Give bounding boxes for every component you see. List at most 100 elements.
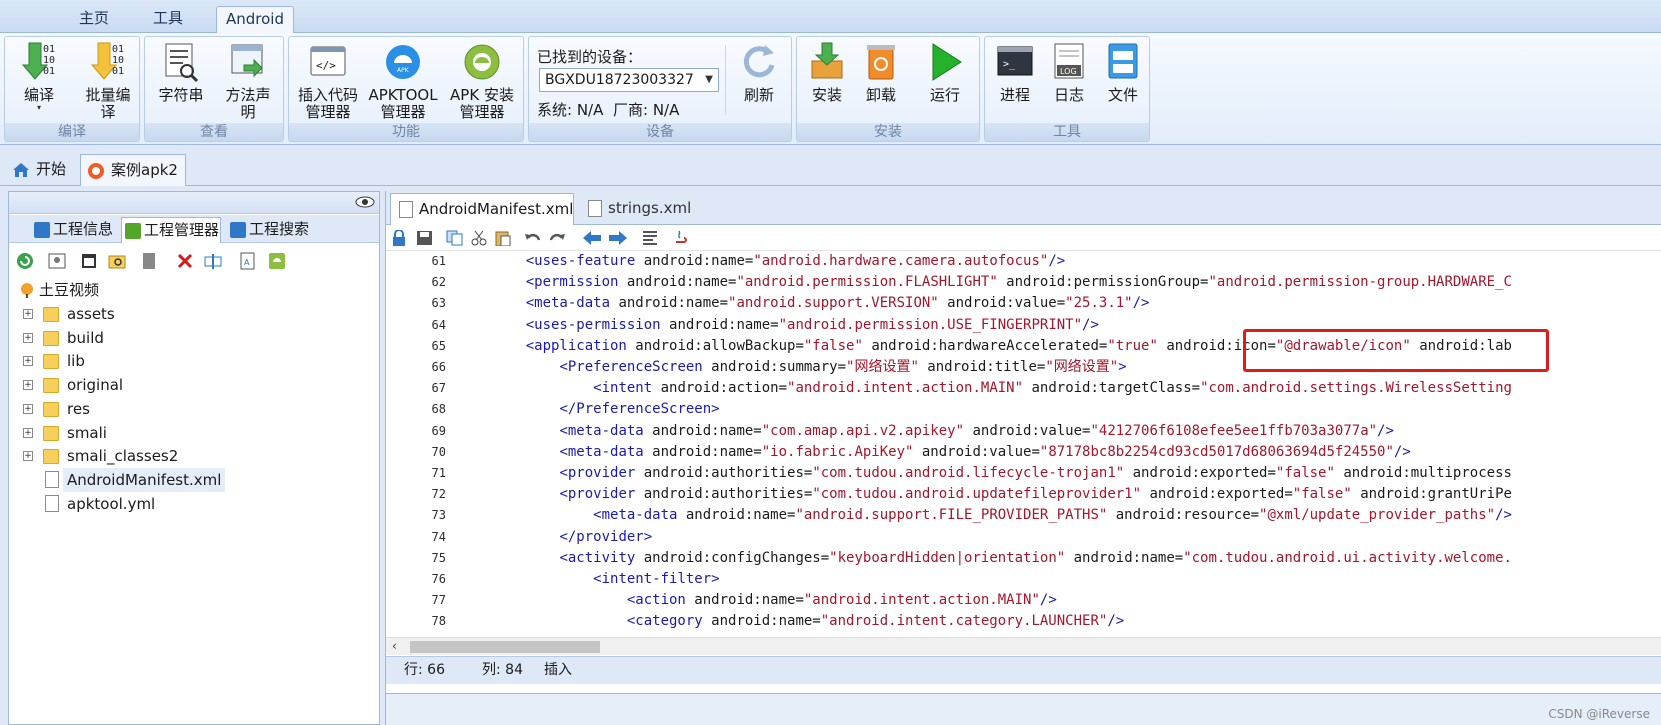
save-icon[interactable] (416, 230, 434, 246)
bookmark-icon[interactable] (139, 251, 159, 271)
redo-icon[interactable] (548, 230, 566, 246)
chevron-down-icon: ▼ (705, 74, 713, 85)
code-token: android:name= (652, 443, 762, 460)
refresh-button[interactable]: 刷新 (731, 41, 787, 104)
project-panel: 工程信息 工程管理器 工程搜索 A 土豆视频 + assets + build + lib… (8, 191, 380, 725)
code-token: > (1118, 359, 1127, 375)
device-select[interactable]: BGXDU18723003327 ▼ (539, 68, 719, 92)
status-mode: 插入 (544, 662, 572, 678)
text-file-icon[interactable]: A (237, 251, 257, 271)
compile-button[interactable]: 01 10 01 编译 ▾ (11, 41, 67, 112)
tab-strings-xml[interactable]: strings.xml (580, 193, 698, 225)
undo-icon[interactable] (524, 230, 542, 246)
ribbon-group-device: 已找到的设备： BGXDU18723003327 ▼ 系统: N/A 厂商: N/… (528, 36, 792, 142)
tab-android[interactable]: Android (216, 6, 294, 33)
image-icon[interactable] (47, 251, 67, 271)
expand-icon[interactable]: + (23, 380, 33, 391)
expand-icon[interactable]: + (23, 403, 33, 414)
format-icon[interactable] (642, 230, 660, 246)
log-button[interactable]: LOG 日志 (1043, 41, 1095, 104)
cut-icon[interactable] (470, 230, 488, 246)
code-token: "keyboardHidden|orientation" (829, 549, 1066, 566)
folder-search-icon[interactable] (107, 251, 127, 271)
tab-project-manager[interactable]: 工程管理器 (121, 217, 221, 243)
insert-code-manager-button[interactable]: </> 插入代码 管理器 (293, 41, 363, 121)
code-token: android:authorities= (643, 465, 813, 481)
folder-icon (43, 378, 59, 394)
batch-compile-button[interactable]: 01 10 01 批量编 译 (79, 41, 137, 121)
method-decl-button[interactable]: 方法声 明 (217, 41, 279, 121)
expand-icon[interactable]: + (23, 451, 33, 462)
expand-icon[interactable]: + (23, 332, 33, 343)
java-icon[interactable] (672, 230, 690, 246)
code-text: <provider android:authorities="com.tudou… (492, 484, 1512, 505)
expand-icon[interactable]: + (23, 309, 33, 319)
status-row: 行: 66 (404, 662, 445, 678)
copy-icon[interactable] (446, 230, 464, 246)
apktool-manager-button[interactable]: APK APKTOOL 管理器 (367, 41, 439, 121)
tab-label: 工程搜索 (249, 220, 310, 238)
tab-project-label: 案例apk2 (111, 161, 178, 179)
apk-install-manager-button[interactable]: APK 安装 管理器 (445, 41, 519, 121)
code-token: /> (1039, 592, 1057, 609)
code-token: <provider (559, 486, 644, 503)
forward-arrow-icon[interactable] (608, 230, 628, 246)
android-gear-icon (464, 44, 500, 80)
eye-icon[interactable] (355, 195, 375, 209)
uninstall-button[interactable]: 卸载 (855, 41, 907, 104)
rename-icon[interactable] (203, 251, 223, 271)
tab-android-manifest[interactable]: AndroidManifest.xml (390, 193, 574, 225)
code-token: <uses-permission (525, 316, 670, 333)
code-token: <action (626, 592, 695, 609)
code-token: android:targetClass= (1023, 380, 1201, 397)
code-token: "io.fabric.ApiKey" (761, 443, 914, 460)
horizontal-scrollbar[interactable]: ‹ (386, 637, 1661, 655)
tab-home[interactable]: 主页 (62, 6, 126, 33)
code-area[interactable]: 61 <uses-feature android:name="android.h… (386, 251, 1661, 637)
process-button[interactable]: >_ 进程 (989, 41, 1041, 104)
tab-tools[interactable]: 工具 (140, 6, 196, 33)
tab-project-search[interactable]: 工程搜索 (227, 217, 317, 243)
tab-start[interactable]: 开始 (6, 154, 78, 186)
window-icon[interactable] (79, 251, 99, 271)
code-token: <provider (559, 465, 644, 481)
refresh-icon[interactable] (15, 251, 35, 271)
delete-icon[interactable] (175, 251, 195, 271)
group-caption: 工具 (985, 123, 1149, 141)
code-token: <intent-filter> (593, 571, 720, 587)
dropdown-arrow-icon[interactable]: ▾ (11, 104, 67, 112)
run-button[interactable]: 运行 (917, 41, 973, 104)
folder-icon (43, 401, 59, 417)
lock-icon[interactable] (392, 230, 406, 246)
paste-icon[interactable] (494, 230, 512, 246)
expand-icon[interactable]: + (23, 427, 33, 438)
file-icon (588, 200, 602, 217)
code-token: android:allowBackup= (635, 337, 804, 354)
install-button[interactable]: 安装 (801, 41, 853, 104)
back-arrow-icon[interactable] (582, 230, 602, 246)
strings-icon (165, 43, 199, 83)
scroll-thumb[interactable] (410, 641, 600, 653)
code-text: <meta-data android:name="android.support… (492, 293, 1150, 314)
editor-tabs: AndroidManifest.xml strings.xml (386, 191, 1661, 225)
ribbon: 01 10 01 编译 ▾ 01 10 01 批量编 译 编译 字符串 方法声 明 查看 (0, 33, 1661, 145)
svg-text:01: 01 (112, 44, 124, 55)
tab-project-info[interactable]: 工程信息 (31, 217, 117, 243)
line-number: 64 (431, 317, 446, 332)
tab-project-apk2[interactable]: 案例apk2 (80, 154, 186, 186)
code-token: "网络设置" (846, 359, 919, 375)
code-token: "false" (803, 337, 863, 354)
code-token: <category (626, 613, 712, 630)
code-text: <meta-data android:name="com.amap.api.v2… (492, 421, 1393, 442)
expand-icon[interactable]: + (23, 356, 33, 367)
file-button[interactable]: 文件 (1097, 41, 1149, 104)
device-select-value: BGXDU18723003327 (545, 72, 694, 88)
code-token: /> (1048, 253, 1066, 269)
code-text: <intent android:action="android.intent.a… (492, 378, 1512, 399)
android-icon[interactable] (267, 251, 287, 271)
scroll-left-icon[interactable]: ‹ (392, 639, 397, 653)
vendor-info: 厂商: N/A (613, 101, 680, 119)
strings-button[interactable]: 字符串 (151, 41, 211, 104)
